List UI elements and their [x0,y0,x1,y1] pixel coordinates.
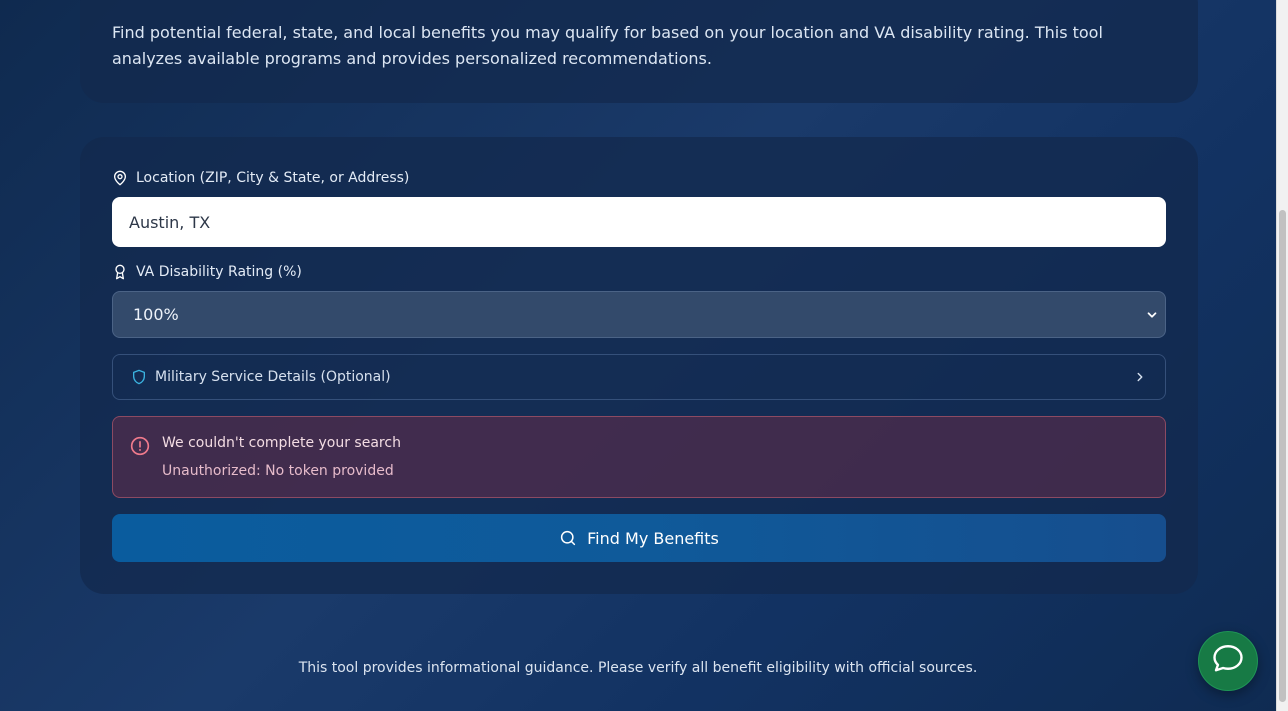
intro-description: Find potential federal, state, and local… [112,23,1103,68]
shield-icon [131,369,147,385]
rating-selected-value: 100% [133,305,179,324]
rating-label: VA Disability Rating (%) [112,264,302,280]
scrollbar-thumb[interactable] [1279,210,1286,702]
chat-button[interactable] [1198,631,1258,691]
military-service-details-toggle[interactable]: Military Service Details (Optional) [112,354,1166,400]
intro-card: Find potential federal, state, and local… [80,0,1198,103]
rating-select[interactable]: 100% [112,291,1166,338]
location-input[interactable] [112,197,1166,247]
error-alert: We couldn't complete your search Unautho… [112,416,1166,498]
chevron-right-icon [1133,370,1147,384]
page-scrollbar[interactable] [1276,0,1288,711]
chevron-down-icon [1145,307,1159,321]
error-title: We couldn't complete your search [162,435,401,451]
search-icon [559,529,577,547]
location-label: Location (ZIP, City & State, or Address) [112,170,409,186]
award-icon [112,264,128,280]
rating-label-text: VA Disability Rating (%) [136,264,302,280]
alert-circle-icon [130,436,150,456]
map-pin-icon [112,170,128,186]
find-benefits-label: Find My Benefits [587,528,719,548]
location-label-text: Location (ZIP, City & State, or Address) [136,170,410,186]
error-message: Unauthorized: No token provided [162,463,394,479]
chat-bubble-icon [1210,641,1246,681]
footer-disclaimer: This tool provides informational guidanc… [298,660,978,676]
find-benefits-button[interactable]: Find My Benefits [112,514,1166,562]
benefits-form-card: Location (ZIP, City & State, or Address)… [80,137,1198,594]
service-details-label: Military Service Details (Optional) [155,369,391,385]
